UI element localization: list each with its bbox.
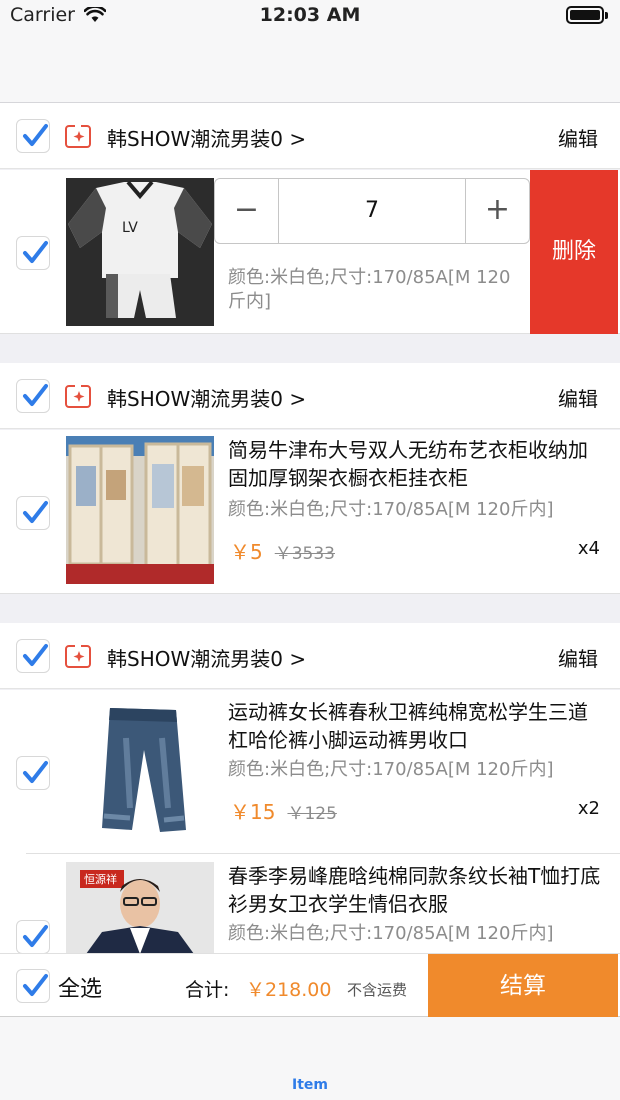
checkmark-icon <box>23 384 48 406</box>
total-value: ￥218.00 <box>246 979 332 1001</box>
product-image-tracksuit[interactable]: LV <box>66 178 214 326</box>
select-all-checkbox[interactable] <box>16 969 50 1003</box>
checkmark-icon <box>23 241 48 263</box>
select-all-label[interactable]: 全选 <box>58 971 102 1003</box>
current-price: ￥5 <box>230 540 263 564</box>
tab-item[interactable]: Item <box>0 1077 620 1093</box>
shop-checkbox[interactable] <box>16 119 50 153</box>
item-spec: 颜色:米白色;尺寸:170/85A[M 120斤内] <box>228 759 554 780</box>
cart-item[interactable]: 运动裤女长裤春秋卫裤纯棉宽松学生三道杠哈伦裤小脚运动裤男收口 颜色:米白色;尺寸… <box>0 690 620 854</box>
cart-summary-bar: 全选 合计: ￥218.00 不含运费 结算 <box>0 953 620 1018</box>
item-checkbox[interactable] <box>16 236 50 270</box>
battery-icon <box>566 6 608 24</box>
item-title[interactable]: 简易牛津布大号双人无纺布艺衣柜收纳加固加厚钢架衣橱衣柜挂衣柜 <box>228 436 603 492</box>
item-checkbox[interactable] <box>16 920 50 954</box>
checkmark-icon <box>23 925 48 947</box>
quantity-stepper: − 7 + <box>214 178 530 244</box>
current-price: ￥15 <box>230 800 276 824</box>
shop-icon <box>65 383 91 408</box>
increase-quantity-button[interactable]: + <box>465 179 529 243</box>
cart-screen: Carrier 12:03 AM 韩SHOW潮流男装0 > 编辑 LV − 7 … <box>0 0 620 1100</box>
shop-checkbox[interactable] <box>16 639 50 673</box>
wardrobe-image <box>66 436 214 584</box>
total-label: 合计: <box>185 979 230 1001</box>
decrease-quantity-button[interactable]: − <box>215 179 279 243</box>
shop-icon <box>65 123 91 148</box>
edit-button[interactable]: 编辑 <box>558 123 598 152</box>
brand-badge: 恒源祥 <box>84 873 117 886</box>
item-spec: 颜色:米白色;尺寸:170/85A[M 120斤内] <box>228 499 554 520</box>
delete-button[interactable]: 删除 <box>530 170 618 334</box>
shop-name[interactable]: 韩SHOW潮流男装0 > <box>107 643 306 672</box>
cart-item[interactable]: 简易牛津布大号双人无纺布艺衣柜收纳加固加厚钢架衣橱衣柜挂衣柜 颜色:米白色;尺寸… <box>0 430 620 594</box>
item-checkbox[interactable] <box>16 496 50 530</box>
checkmark-icon <box>23 974 48 996</box>
status-time: 12:03 AM <box>259 4 361 26</box>
edit-button[interactable]: 编辑 <box>558 383 598 412</box>
item-checkbox[interactable] <box>16 756 50 790</box>
edit-button[interactable]: 编辑 <box>558 643 598 672</box>
quantity-value[interactable]: 7 <box>279 179 465 243</box>
section-separator <box>0 335 620 363</box>
original-price: ￥3533 <box>274 544 335 564</box>
shipping-note: 不含运费 <box>347 981 408 999</box>
shop-header: 韩SHOW潮流男装0 > 编辑 <box>0 623 620 689</box>
shop-name[interactable]: 韩SHOW潮流男装0 > <box>107 123 306 152</box>
shop-icon <box>65 643 91 668</box>
checkout-button[interactable]: 结算 <box>428 954 618 1018</box>
jeans-image <box>66 698 214 846</box>
svg-text:LV: LV <box>122 220 138 236</box>
tracksuit-image: LV <box>66 178 214 326</box>
item-quantity: x4 <box>577 538 600 559</box>
original-price: ￥125 <box>287 804 337 824</box>
item-price: ￥5 ￥3533 <box>230 536 335 565</box>
item-quantity: x2 <box>577 798 600 819</box>
shop-name[interactable]: 韩SHOW潮流男装0 > <box>107 383 306 412</box>
shop-header: 韩SHOW潮流男装0 > 编辑 <box>0 103 620 169</box>
checkmark-icon <box>23 761 48 783</box>
product-image-jeans[interactable] <box>66 698 214 846</box>
item-title[interactable]: 春季李易峰鹿晗纯棉同款条纹长袖T恤打底衫男女卫衣学生情侣衣服 <box>228 862 603 918</box>
navigation-bar <box>0 30 620 103</box>
shop-checkbox[interactable] <box>16 379 50 413</box>
item-title[interactable]: 运动裤女长裤春秋卫裤纯棉宽松学生三道杠哈伦裤小脚运动裤男收口 <box>228 698 603 754</box>
item-price: ￥15 ￥125 <box>230 796 337 825</box>
shop-header: 韩SHOW潮流男装0 > 编辑 <box>0 363 620 429</box>
tab-bar: Item <box>0 1017 620 1100</box>
item-spec: 颜色:米白色;尺寸:170/85A[M 120斤内] <box>228 267 511 312</box>
checkmark-icon <box>23 501 48 523</box>
section-separator <box>0 595 620 623</box>
item-spec: 颜色:米白色;尺寸:170/85A[M 120斤内] <box>228 923 554 944</box>
product-image-wardrobe[interactable] <box>66 436 214 584</box>
cart-item[interactable]: 恒源祥 春季李易峰鹿晗纯棉同款条纹长袖T恤打底衫男女卫衣学生情侣衣服 颜色:米白… <box>0 854 620 954</box>
status-bar: Carrier 12:03 AM <box>0 0 620 30</box>
cart-item-editing: LV − 7 + 颜色:米白色;尺寸:170/85A[M 120斤内] 删除 <box>0 170 620 334</box>
checkmark-icon <box>23 124 48 146</box>
checkmark-icon <box>23 644 48 666</box>
product-image-tshirt[interactable]: 恒源祥 <box>66 862 214 954</box>
